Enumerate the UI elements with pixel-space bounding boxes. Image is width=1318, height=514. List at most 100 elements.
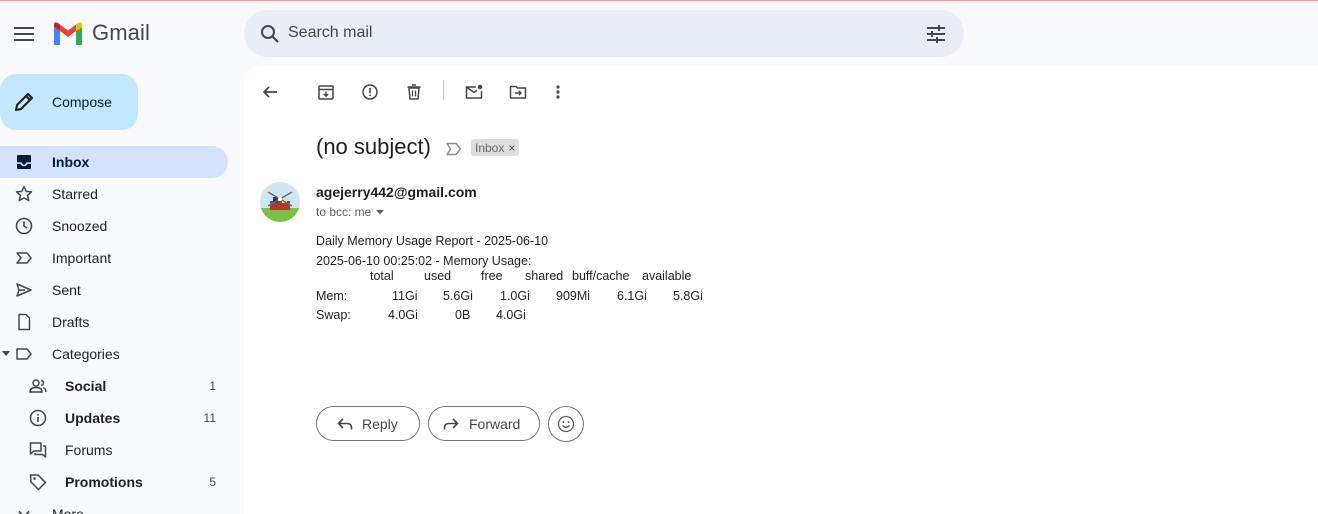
remove-label-icon[interactable]: × [508, 141, 515, 155]
row-label: Mem: [316, 288, 348, 303]
recipient-details-toggle[interactable]: to bcc: me [316, 205, 385, 219]
pencil-icon [15, 93, 33, 111]
clock-icon [15, 217, 33, 235]
sidebar-item-inbox[interactable]: Inbox [0, 146, 228, 178]
sidebar-item-label: Categories [52, 346, 120, 362]
table-row: Swap: 4.0Gi 0B 4.0Gi [316, 308, 736, 328]
sidebar-item-more[interactable]: More [0, 498, 228, 514]
forward-label: Forward [469, 416, 521, 432]
trash-icon [407, 84, 421, 100]
column-header: free [481, 269, 503, 283]
move-to-button[interactable] [506, 80, 530, 104]
compose-button[interactable]: Compose [0, 74, 138, 130]
table-cell: 1.0Gi [500, 288, 530, 303]
gmail-m-icon [54, 22, 82, 45]
table-row: Mem: 11Gi 5.6Gi 1.0Gi 909Mi 6.1Gi 5.8Gi [316, 289, 736, 309]
sidebar-item-label: Promotions [65, 474, 143, 490]
forward-button[interactable]: Forward [428, 406, 540, 441]
chevron-down-icon [18, 510, 30, 514]
column-header: total [370, 269, 394, 283]
hamburger-icon [14, 27, 34, 41]
sidebar-item-categories[interactable]: Categories [0, 338, 228, 370]
sidebar-nav: Inbox Starred Snoozed Important Sent Dra… [0, 146, 244, 514]
sidebar-item-forums[interactable]: Forums [0, 434, 228, 466]
tag-icon [29, 474, 47, 491]
column-header: shared [525, 269, 564, 283]
sidebar-item-label: Starred [52, 186, 98, 202]
table-cell: 4.0Gi [496, 308, 526, 322]
table-cell: 909Mi [556, 288, 591, 303]
column-header: available [642, 269, 692, 283]
more-options-button[interactable] [546, 80, 570, 104]
table-cell: 0B [455, 308, 471, 322]
sidebar-item-important[interactable]: Important [0, 242, 228, 274]
delete-button[interactable] [402, 80, 426, 104]
mark-unread-icon [465, 84, 483, 99]
people-icon [29, 379, 47, 393]
sender-avatar[interactable] [260, 182, 300, 222]
report-spam-button[interactable] [358, 80, 382, 104]
reply-icon [337, 418, 353, 430]
sidebar-item-sent[interactable]: Sent [0, 274, 228, 306]
gmail-logo[interactable]: Gmail [52, 20, 150, 46]
sidebar-item-starred[interactable]: Starred [0, 178, 228, 210]
sidebar-item-label: More [52, 506, 84, 514]
back-button[interactable] [258, 80, 282, 104]
reply-button[interactable]: Reply [316, 406, 420, 441]
main-menu-button[interactable] [8, 18, 40, 50]
sidebar-item-label: Sent [52, 282, 81, 298]
row-label: Swap: [316, 308, 351, 322]
smiley-icon [557, 415, 575, 433]
message-view: (no subject) Inbox × agejerry442@gmail.c… [244, 66, 1318, 514]
inbox-icon [17, 155, 31, 169]
column-header: used [424, 269, 452, 283]
body-line: Daily Memory Usage Report - 2025-06-10 [316, 234, 549, 248]
memory-table: total used free shared buff/cache availa… [316, 269, 736, 328]
table-cell: 11Gi [392, 288, 418, 303]
unread-count: 11 [203, 411, 216, 425]
forward-icon [443, 418, 459, 430]
search-icon[interactable] [258, 22, 282, 46]
mark-unread-button[interactable] [462, 80, 486, 104]
sidebar-item-label: Social [65, 378, 107, 394]
importance-marker-icon[interactable] [445, 140, 463, 158]
send-icon [16, 283, 32, 297]
archive-button[interactable] [314, 80, 338, 104]
dropdown-arrow-icon [376, 210, 385, 215]
table-cell: 4.0Gi [388, 308, 418, 322]
important-icon [16, 252, 32, 264]
column-header: buff/cache [572, 269, 630, 283]
sidebar-item-promotions[interactable]: Promotions 5 [0, 466, 228, 498]
move-folder-icon [509, 85, 527, 99]
sidebar-item-drafts[interactable]: Drafts [0, 306, 228, 338]
recipients-text: to bcc: me [316, 205, 372, 219]
arrow-back-icon [262, 86, 277, 98]
draft-icon [18, 313, 31, 331]
report-icon [362, 84, 378, 100]
archive-icon [318, 85, 334, 100]
avatar-image [260, 182, 300, 222]
search-options-icon[interactable] [924, 22, 948, 46]
sender-email[interactable]: agejerry442@gmail.com [316, 184, 477, 200]
forum-icon [29, 442, 47, 458]
table-cell: 5.8Gi [673, 288, 703, 303]
sidebar-item-label: Updates [65, 410, 121, 426]
email-body: Daily Memory Usage Report - 2025-06-10 2… [316, 232, 548, 271]
unread-count: 1 [209, 379, 216, 393]
star-icon [15, 185, 33, 202]
sidebar-item-social[interactable]: Social 1 [0, 370, 228, 402]
sidebar-item-updates[interactable]: Updates 11 [0, 402, 228, 434]
sidebar-item-snoozed[interactable]: Snoozed [0, 210, 228, 242]
search-input[interactable]: Search mail [288, 24, 372, 42]
label-chip-text: Inbox [475, 140, 505, 155]
toolbar-divider [443, 80, 444, 100]
emoji-reaction-button[interactable] [548, 406, 584, 442]
inbox-label-chip[interactable]: Inbox × [471, 139, 520, 156]
search-bar[interactable]: Search mail [244, 10, 964, 57]
sidebar-item-label: Forums [65, 442, 113, 458]
table-header-row: total used free shared buff/cache availa… [316, 269, 736, 289]
caret-down-icon[interactable] [2, 350, 10, 358]
sidebar-item-label: Inbox [52, 154, 90, 170]
app-name: Gmail [92, 20, 150, 45]
email-subject: (no subject) [316, 134, 431, 159]
